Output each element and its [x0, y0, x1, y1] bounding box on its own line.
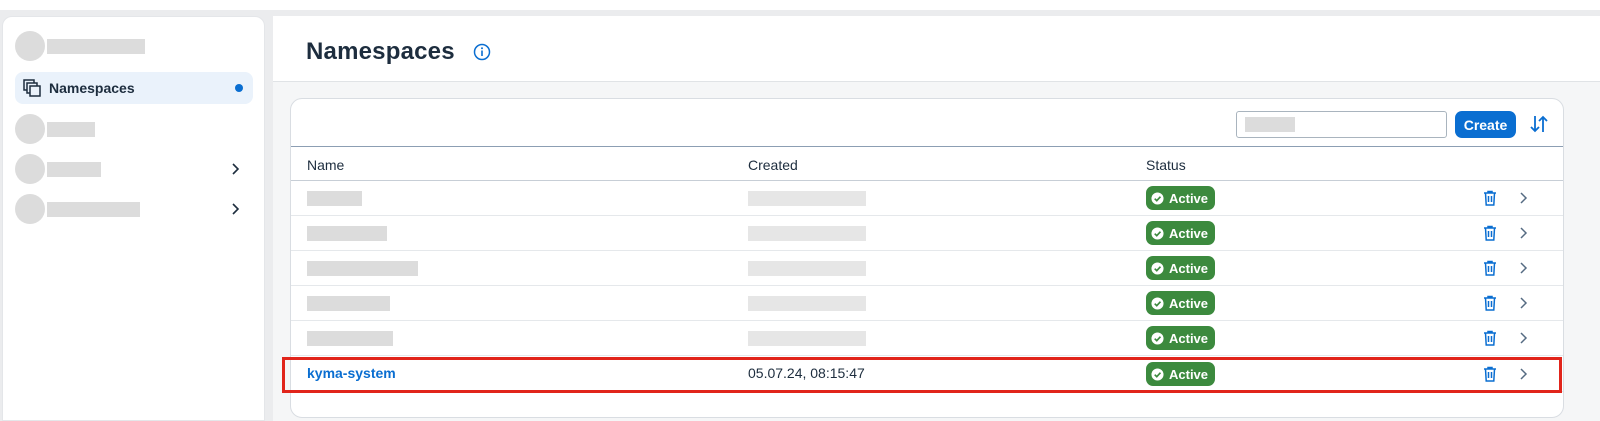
delete-icon[interactable]	[1481, 224, 1499, 242]
sidebar-label-placeholder	[47, 121, 95, 137]
active-indicator-dot	[235, 84, 243, 92]
check-circle-icon	[1151, 331, 1164, 345]
table-row[interactable]: Active	[291, 181, 1563, 216]
column-header-name[interactable]: Name	[307, 157, 344, 173]
created-placeholder	[748, 226, 866, 241]
page-title: Namespaces	[306, 38, 455, 65]
status-badge: Active	[1146, 256, 1216, 280]
status-badge: Active	[1146, 186, 1216, 210]
created-placeholder	[748, 191, 866, 206]
delete-icon[interactable]	[1481, 259, 1499, 277]
page-header: Namespaces	[273, 16, 1600, 82]
name-placeholder	[307, 191, 362, 206]
status-text: Active	[1169, 295, 1209, 311]
chevron-right-icon[interactable]	[227, 161, 243, 177]
sidebar-avatar-placeholder	[15, 194, 45, 224]
sort-icon[interactable]	[1528, 113, 1550, 135]
delete-icon[interactable]	[1481, 189, 1499, 207]
name-placeholder	[307, 261, 418, 276]
status-badge: Active	[1146, 326, 1216, 350]
top-strip	[0, 0, 1600, 10]
search-placeholder	[1245, 117, 1295, 132]
check-circle-icon	[1151, 191, 1164, 205]
created-placeholder	[748, 296, 866, 311]
delete-icon[interactable]	[1481, 329, 1499, 347]
chevron-right-icon[interactable]	[1516, 330, 1530, 346]
status-text: Active	[1169, 330, 1209, 346]
table-header: Name Created Status	[291, 148, 1563, 181]
sidebar-item-label: Namespaces	[49, 80, 135, 96]
sidebar: Namespaces	[2, 16, 265, 421]
check-circle-icon	[1151, 226, 1164, 240]
namespaces-icon	[23, 79, 41, 97]
created-placeholder	[748, 261, 866, 276]
table-row[interactable]: Active	[291, 216, 1563, 251]
check-circle-icon	[1151, 261, 1164, 275]
name-placeholder	[307, 331, 393, 346]
highlight-box	[282, 357, 1562, 393]
sidebar-label-placeholder	[47, 201, 140, 217]
name-placeholder	[307, 296, 390, 311]
column-header-created[interactable]: Created	[748, 157, 798, 173]
chevron-right-icon[interactable]	[1516, 225, 1530, 241]
create-button[interactable]: Create	[1455, 111, 1516, 138]
status-badge: Active	[1146, 291, 1216, 315]
search-input[interactable]	[1236, 111, 1447, 138]
status-text: Active	[1169, 260, 1209, 276]
status-badge: Active	[1146, 221, 1216, 245]
sidebar-item-placeholder-3[interactable]	[15, 153, 253, 185]
table-toolbar: Create	[291, 99, 1563, 147]
status-text: Active	[1169, 225, 1209, 241]
sidebar-avatar-placeholder	[15, 154, 45, 184]
sidebar-avatar-placeholder	[15, 31, 45, 61]
status-text: Active	[1169, 190, 1209, 206]
chevron-right-icon[interactable]	[227, 201, 243, 217]
sidebar-avatar-placeholder	[15, 114, 45, 144]
table-row[interactable]: Active	[291, 251, 1563, 286]
sidebar-item-placeholder-1[interactable]	[15, 30, 253, 62]
chevron-right-icon[interactable]	[1516, 295, 1530, 311]
sidebar-item-namespaces[interactable]: Namespaces	[15, 72, 253, 104]
table-row[interactable]: Active	[291, 321, 1563, 356]
name-placeholder	[307, 226, 387, 241]
sidebar-item-placeholder-4[interactable]	[15, 193, 253, 225]
chevron-right-icon[interactable]	[1516, 260, 1530, 276]
chevron-right-icon[interactable]	[1516, 190, 1530, 206]
sidebar-label-placeholder	[47, 161, 101, 177]
info-icon[interactable]	[473, 43, 491, 61]
sidebar-item-placeholder-2[interactable]	[15, 113, 253, 145]
check-circle-icon	[1151, 296, 1164, 310]
created-placeholder	[748, 331, 866, 346]
table-row[interactable]: Active	[291, 286, 1563, 321]
delete-icon[interactable]	[1481, 294, 1499, 312]
sidebar-label-placeholder	[47, 38, 145, 54]
column-header-status[interactable]: Status	[1146, 157, 1186, 173]
